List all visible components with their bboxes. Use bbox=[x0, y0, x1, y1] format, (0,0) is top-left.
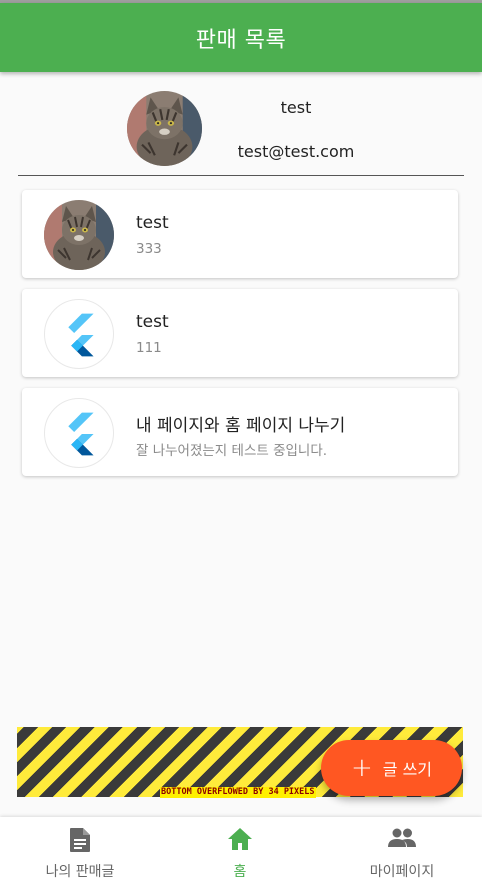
nav-label: 나의 판매글 bbox=[45, 864, 115, 880]
profile-header: test test@test.com bbox=[0, 72, 482, 176]
overflow-warning-label: BOTTOM OVERFLOWED BY 34 PIXELS bbox=[160, 787, 316, 798]
post-avatar bbox=[44, 398, 114, 468]
post-subtitle: 잘 나누어졌는지 테스트 중입니다. bbox=[136, 443, 328, 459]
post-card[interactable]: 내 페이지와 홈 페이지 나누기 잘 나누어졌는지 테스트 중입니다. bbox=[22, 388, 458, 476]
cat-photo-icon bbox=[127, 91, 202, 166]
document-icon bbox=[68, 827, 92, 857]
plus-icon: + bbox=[350, 753, 373, 783]
write-post-button[interactable]: + 글 쓰기 bbox=[321, 740, 462, 796]
post-card[interactable]: test 111 bbox=[22, 289, 458, 377]
nav-item-my-page[interactable]: 마이페이지 bbox=[322, 817, 482, 888]
write-post-label: 글 쓰기 bbox=[382, 760, 433, 779]
post-subtitle: 333 bbox=[136, 241, 162, 257]
nav-label: 홈 bbox=[233, 864, 247, 880]
divider bbox=[18, 175, 464, 176]
post-avatar bbox=[44, 299, 114, 369]
page-title: 판매 목록 bbox=[195, 27, 287, 53]
nav-item-my-posts[interactable]: 나의 판매글 bbox=[0, 817, 160, 888]
post-avatar bbox=[44, 200, 114, 270]
post-subtitle: 111 bbox=[136, 340, 162, 356]
nav-item-home[interactable]: 홈 bbox=[160, 817, 320, 888]
profile-avatar bbox=[127, 91, 202, 166]
nav-label: 마이페이지 bbox=[369, 864, 435, 880]
home-icon bbox=[227, 827, 253, 855]
post-title: test bbox=[136, 312, 169, 332]
post-card[interactable]: test 333 bbox=[22, 190, 458, 278]
profile-email: test@test.com bbox=[237, 142, 355, 161]
profile-name: test bbox=[280, 98, 312, 117]
bottom-navigation: 나의 판매글 홈 마이페이지 bbox=[0, 817, 482, 888]
app-bar: 판매 목록 bbox=[0, 3, 482, 72]
flutter-logo-icon bbox=[68, 412, 94, 456]
post-title: test bbox=[136, 213, 169, 233]
flutter-logo-icon bbox=[68, 313, 94, 357]
cat-photo-icon bbox=[44, 200, 114, 270]
people-icon bbox=[388, 827, 416, 853]
post-title: 내 페이지와 홈 페이지 나누기 bbox=[136, 416, 346, 436]
